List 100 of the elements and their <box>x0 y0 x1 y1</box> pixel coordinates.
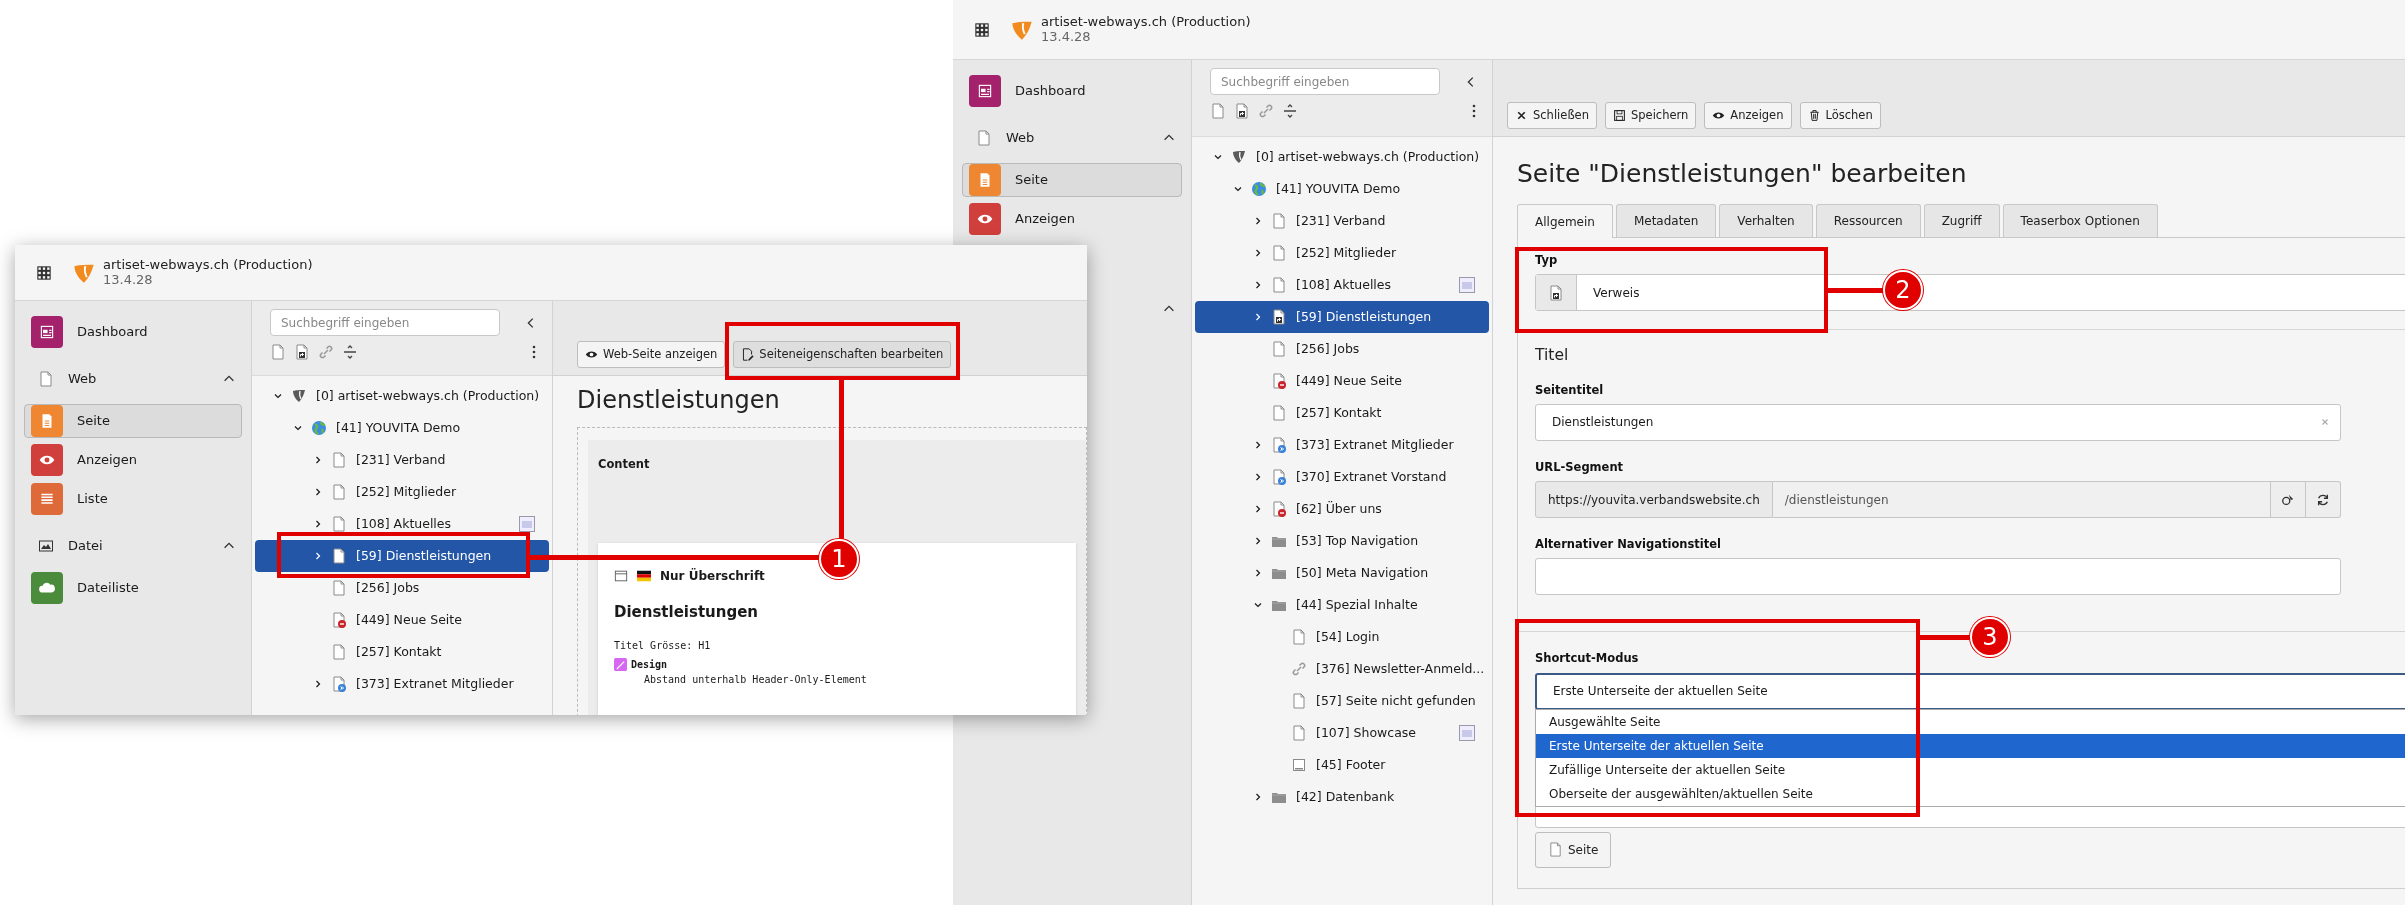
tree-item[interactable]: [108] Aktuelles <box>1195 269 1489 301</box>
field-label: Seitentitel <box>1535 381 1604 399</box>
module-item[interactable]: Liste <box>24 482 242 516</box>
tree-item[interactable]: [256] Jobs <box>255 572 549 604</box>
tab[interactable]: Verhalten <box>1719 204 1813 237</box>
tree-item[interactable]: [231] Verband <box>255 444 549 476</box>
tab[interactable]: Metadaten <box>1615 204 1717 237</box>
tab[interactable]: Zugriff <box>1923 204 2000 237</box>
link-icon <box>1291 661 1307 677</box>
page-icon <box>1548 842 1563 857</box>
dropdown-option[interactable]: Zufällige Unterseite der aktuellen Seite <box>1536 757 2405 782</box>
toolbar-button[interactable]: Löschen <box>1799 102 1881 129</box>
tree-item[interactable]: [41] YOUVITA Demo <box>255 412 549 444</box>
globe-icon <box>311 420 327 436</box>
tree-item[interactable]: [373] Extranet Mitglieder <box>255 668 549 700</box>
search-field[interactable]: Suchbegriff eingeben <box>270 309 500 336</box>
save-icon <box>1613 109 1626 122</box>
divider-icon[interactable] <box>342 344 358 360</box>
toolbar-button[interactable]: Seiteneigenschaften bearbeiten <box>733 341 952 368</box>
dropdown-option[interactable]: Ausgewählte Seite <box>1536 709 2405 734</box>
tree-item[interactable]: [257] Kontakt <box>255 636 549 668</box>
tree-item[interactable]: [0] artiset-webways.ch (Production) <box>255 380 549 412</box>
shortcut-page-icon <box>1548 284 1564 301</box>
page-tile-icon <box>969 164 1001 196</box>
tree-item[interactable]: [376] Newsletter-Anmeld... <box>1195 653 1489 685</box>
module-item[interactable]: Dashboard <box>24 315 242 349</box>
logo-icon <box>291 388 307 404</box>
divider-icon[interactable] <box>1282 103 1298 119</box>
module-item[interactable]: Anzeigen <box>962 202 1182 236</box>
tree-item[interactable]: [370] Extranet Vorstand <box>1195 461 1489 493</box>
shortcut-page-icon[interactable] <box>294 344 310 360</box>
tree-item[interactable]: [256] Jobs <box>1195 333 1489 365</box>
flag-icon <box>636 569 652 584</box>
tree-item[interactable]: [449] Neue Seite <box>1195 365 1489 397</box>
site-name: artiset-webways.ch (Production) <box>1041 14 1251 30</box>
tree-item[interactable]: [252] Mitglieder <box>1195 237 1489 269</box>
header-element-icon <box>614 569 628 584</box>
tree-item[interactable]: [44] Spezial Inhalte <box>1195 589 1489 621</box>
page-icon <box>1271 277 1287 293</box>
tree-item[interactable]: [54] Login <box>1195 621 1489 653</box>
tree-item[interactable]: [41] YOUVITA Demo <box>1195 173 1489 205</box>
edit-page-icon <box>741 348 755 361</box>
toolbar-button[interactable]: Schließen <box>1507 102 1597 129</box>
module-item[interactable]: Seite <box>24 404 242 438</box>
list-tile-icon <box>31 483 63 515</box>
search-field[interactable]: Suchbegriff eingeben <box>1210 68 1440 95</box>
recalculate-button[interactable] <box>2306 481 2341 518</box>
tree-item[interactable]: [107] Showcase <box>1195 717 1489 749</box>
tree-item[interactable]: [62] Über uns <box>1195 493 1489 525</box>
tree-item[interactable]: [257] Kontakt <box>1195 397 1489 429</box>
tree-item[interactable]: [449] Neue Seite <box>255 604 549 636</box>
select-page-button[interactable]: Seite <box>1535 831 1612 868</box>
tab[interactable]: Teaserbox Optionen <box>2002 204 2158 237</box>
page-icon <box>331 516 347 532</box>
hidden-page-icon <box>331 612 347 628</box>
app-grid-icon[interactable] <box>975 22 989 37</box>
tree-item[interactable]: [42] Datenbank <box>1195 781 1489 813</box>
tab[interactable]: Ressourcen <box>1815 204 1921 237</box>
eye-tile-icon <box>31 444 63 476</box>
globe-icon <box>1251 181 1267 197</box>
tab[interactable]: Allgemein <box>1517 204 1613 238</box>
toolbar-button[interactable]: Web-Seite anzeigen <box>577 341 726 368</box>
dropdown-option[interactable]: Erste Unterseite der aktuellen Seite <box>1536 733 2405 758</box>
page-title-field[interactable]: Dienstleistungen <box>1535 403 2341 441</box>
module-item[interactable]: Dateiliste <box>24 571 242 605</box>
tree-item[interactable]: [373] Extranet Mitglieder <box>1195 429 1489 461</box>
module-item[interactable]: Seite <box>962 163 1182 197</box>
version-number: 13.4.28 <box>1041 29 1091 45</box>
site-name: artiset-webways.ch (Production) <box>103 257 313 273</box>
module-item[interactable]: Dashboard <box>962 74 1182 108</box>
module-item[interactable]: Anzeigen <box>24 443 242 477</box>
eye-icon <box>585 348 598 361</box>
eye-icon <box>1712 109 1726 122</box>
nav-title-field[interactable] <box>1535 558 2341 596</box>
tree-item[interactable]: [108] Aktuelles <box>255 508 549 540</box>
tree-item[interactable]: [45] Footer <box>1195 749 1489 781</box>
shortcut-mode-select[interactable]: Erste Unterseite der aktuellen Seite <box>1535 672 2405 710</box>
shortcut-page-icon[interactable] <box>1234 103 1250 119</box>
tree-item[interactable]: [252] Mitglieder <box>255 476 549 508</box>
tree-item[interactable]: [0] artiset-webways.ch (Production) <box>1195 141 1489 173</box>
tree-item[interactable]: [59] Dienstleistungen <box>255 540 549 572</box>
group-label: Web <box>1006 128 1035 147</box>
eye-tile-icon <box>969 203 1001 235</box>
tree-item[interactable]: [53] Top Navigation <box>1195 525 1489 557</box>
tree-item[interactable]: [231] Verband <box>1195 205 1489 237</box>
toggle-edit-button[interactable] <box>2271 481 2306 518</box>
dropdown-option[interactable]: Oberseite der ausgewählten/aktuellen Seite <box>1536 781 2405 806</box>
element-title: Nur Überschrift <box>660 567 765 586</box>
app-grid-icon[interactable] <box>37 265 51 280</box>
tree-item[interactable]: [59] Dienstleistungen <box>1195 301 1489 333</box>
toolbar-button[interactable]: Speichern <box>1605 102 1697 129</box>
mountpoint-page-icon <box>1271 469 1287 485</box>
footer-page-icon <box>1291 757 1307 773</box>
shortcut-page-icon <box>1271 309 1287 325</box>
tree-item[interactable]: [50] Meta Navigation <box>1195 557 1489 589</box>
toolbar-button[interactable]: Anzeigen <box>1704 102 1792 129</box>
tree-item[interactable]: [57] Seite nicht gefunden <box>1195 685 1489 717</box>
page-icon <box>331 580 347 596</box>
url-segment-field[interactable]: /dienstleistungen <box>1772 481 2271 518</box>
page-icon <box>38 370 54 387</box>
